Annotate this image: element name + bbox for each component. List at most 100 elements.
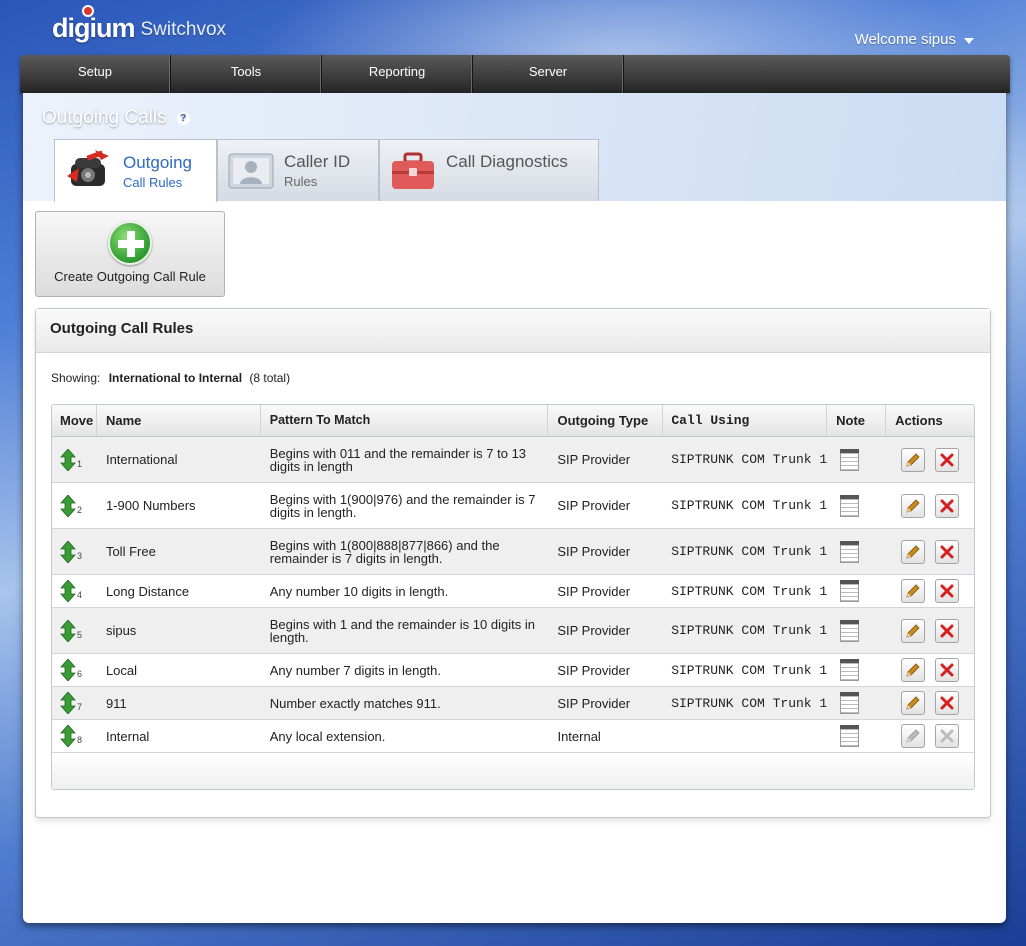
page-title: Outgoing Calls ? — [42, 107, 190, 129]
delete-button — [935, 724, 960, 748]
rule-call-using: SIPTRUNK COM Trunk 1 — [671, 662, 828, 678]
pencil-icon — [906, 623, 920, 638]
note-icon[interactable] — [840, 448, 860, 471]
user-menu[interactable]: Welcome sipus — [855, 31, 974, 48]
move-cell: 4 — [52, 575, 97, 607]
menu-server[interactable]: Server — [473, 55, 624, 93]
move-cell: 3 — [52, 529, 97, 574]
move-cell: 1 — [52, 437, 97, 482]
move-arrows-icon[interactable] — [60, 659, 76, 681]
logo-star-icon — [82, 5, 94, 17]
create-outgoing-call-rule-button[interactable]: Create Outgoing Call Rule — [35, 211, 225, 297]
delete-button[interactable] — [935, 658, 960, 682]
close-icon — [940, 729, 954, 743]
delete-button[interactable] — [935, 539, 960, 564]
edit-button[interactable] — [901, 447, 926, 472]
rule-call-using: SIPTRUNK COM Trunk 1 — [671, 695, 828, 711]
rule-name: 911 — [105, 695, 127, 711]
edit-button[interactable] — [901, 493, 926, 518]
tab-caller-id-rules[interactable]: Caller ID Rules — [217, 139, 379, 201]
move-arrows-icon[interactable] — [60, 540, 76, 563]
tab-outgoing-title: Outgoing — [123, 152, 192, 172]
edit-button[interactable] — [901, 691, 926, 715]
edit-button[interactable] — [901, 579, 926, 603]
note-cell — [827, 687, 886, 719]
rule-pattern: Begins with 1 and the remainder is 10 di… — [269, 616, 535, 645]
close-icon — [940, 453, 954, 466]
col-header-move: Move — [52, 405, 97, 436]
row-order: 4 — [77, 590, 83, 600]
rule-call-using: SIPTRUNK COM Trunk 1 — [671, 623, 828, 638]
rule-outgoing-type: Internal — [557, 728, 601, 744]
actions-cell — [886, 687, 974, 719]
main-menu: Setup Tools Reporting Server — [20, 55, 1010, 93]
note-icon[interactable] — [840, 619, 860, 642]
pencil-icon — [906, 729, 920, 743]
showing-range: International to Internal — [108, 371, 243, 385]
rule-pattern: Begins with 1(800|888|877|866) and the r… — [269, 537, 500, 566]
move-arrows-icon[interactable] — [60, 619, 76, 642]
rule-pattern: Begins with 011 and the remainder is 7 t… — [269, 445, 527, 474]
rules-table: Move Name Pattern To Match Outgoing Type… — [51, 404, 975, 790]
menu-setup[interactable]: Setup — [20, 55, 171, 93]
table-body: 1 International Begins with 011 and the re… — [52, 437, 974, 753]
tab-outgoing-call-rules[interactable]: Outgoing Call Rules — [54, 139, 217, 202]
rule-pattern: Any number 10 digits in length. — [269, 583, 449, 599]
row-order: 5 — [77, 629, 83, 640]
rule-outgoing-type: SIP Provider — [557, 623, 631, 638]
move-arrows-icon[interactable] — [60, 448, 76, 471]
menu-tools[interactable]: Tools — [171, 55, 322, 93]
note-cell — [827, 437, 886, 482]
edit-button[interactable] — [901, 539, 926, 564]
actions-cell — [886, 608, 974, 653]
col-header-call-using: Call Using — [663, 405, 828, 436]
tab-caller-id-title: Caller ID — [284, 152, 351, 171]
rule-name: Toll Free — [105, 544, 156, 559]
note-icon[interactable] — [840, 725, 860, 747]
product-name: Switchvox — [140, 19, 227, 40]
close-icon — [940, 696, 954, 710]
actions-cell — [886, 720, 974, 752]
tab-call-diagnostics[interactable]: Call Diagnostics — [379, 139, 599, 201]
col-header-pattern: Pattern To Match — [261, 405, 549, 436]
move-arrows-icon[interactable] — [60, 692, 76, 714]
move-arrows-icon[interactable] — [60, 494, 76, 517]
help-icon[interactable]: ? — [176, 111, 190, 125]
rule-call-using — [663, 720, 827, 752]
edit-button[interactable] — [901, 618, 926, 643]
delete-button[interactable] — [935, 493, 960, 518]
table-row: 5 sipus Begins with 1 and the remainder is… — [52, 608, 974, 654]
note-icon[interactable] — [840, 659, 860, 681]
delete-button[interactable] — [935, 579, 960, 603]
content-panel: Outgoing Calls ? Outgoing Call Rules Cal… — [23, 93, 1006, 923]
move-arrows-icon[interactable] — [60, 725, 76, 747]
note-icon[interactable] — [840, 580, 860, 602]
section-heading: Outgoing Call Rules — [36, 309, 990, 353]
rule-outgoing-type: SIP Provider — [557, 544, 631, 559]
pencil-icon — [906, 544, 920, 559]
menu-reporting[interactable]: Reporting — [322, 55, 473, 93]
note-icon[interactable] — [840, 494, 860, 517]
note-icon[interactable] — [840, 692, 860, 714]
move-cell: 2 — [52, 483, 97, 528]
outgoing-call-rules-section: Outgoing Call Rules Showing: Internation… — [35, 308, 991, 818]
note-cell — [827, 529, 886, 574]
table-footer — [52, 753, 974, 789]
note-cell — [827, 608, 886, 653]
delete-button[interactable] — [935, 447, 960, 472]
edit-button — [901, 724, 926, 748]
delete-button[interactable] — [935, 691, 960, 715]
note-icon[interactable] — [840, 540, 860, 563]
actions-cell — [886, 483, 974, 528]
move-arrows-icon[interactable] — [60, 580, 76, 602]
row-order: 2 — [77, 504, 83, 515]
edit-button[interactable] — [901, 658, 926, 682]
table-row: 7 911 Number exactly matches 911. SIP Provi… — [52, 687, 974, 720]
rule-pattern: Begins with 1(900|976) and the remainder… — [269, 491, 536, 520]
rule-outgoing-type: SIP Provider — [557, 695, 631, 711]
brand-name: digium — [52, 13, 135, 43]
actions-cell — [886, 437, 974, 482]
delete-button[interactable] — [935, 618, 960, 643]
tab-caller-id-subtitle: Rules — [284, 174, 318, 189]
col-header-actions: Actions — [895, 413, 943, 428]
